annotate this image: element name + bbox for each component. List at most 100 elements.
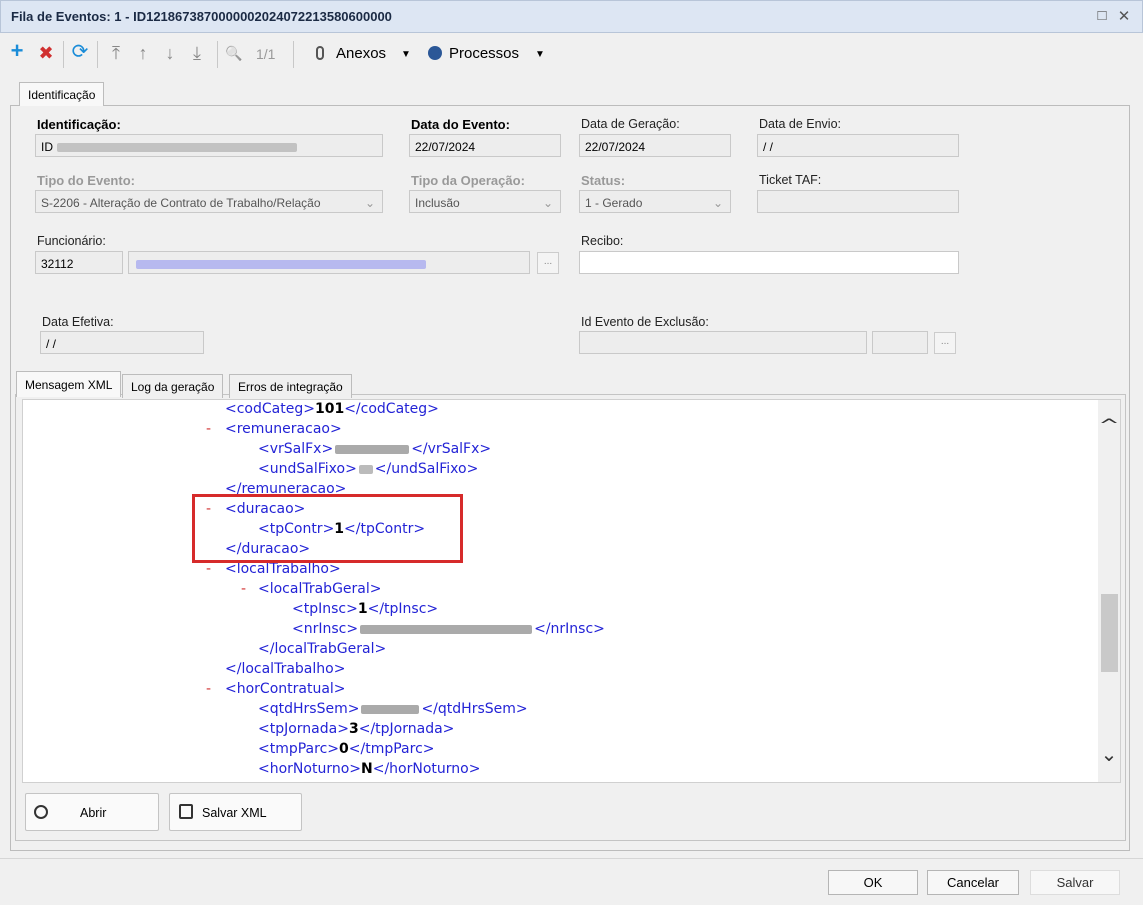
salvar-xml-label: Salvar XML bbox=[202, 806, 267, 820]
xml-tag: </qtdHrsSem> bbox=[421, 701, 528, 717]
salvar-xml-button[interactable]: Salvar XML bbox=[169, 793, 302, 831]
up-arrow-icon[interactable]: ↑ bbox=[134, 44, 152, 62]
status-label: Status: bbox=[581, 173, 626, 188]
tipo-operacao-select[interactable]: Inclusão bbox=[409, 190, 561, 213]
toolbar-separator bbox=[293, 41, 294, 68]
tab-identificacao[interactable]: Identificação bbox=[19, 82, 105, 108]
xml-tag: <qtdHrsSem> bbox=[258, 701, 360, 717]
ticket-taf-field[interactable] bbox=[757, 190, 959, 213]
processos-menu[interactable]: Processos bbox=[449, 45, 519, 62]
chevron-down-icon: ⌄ bbox=[713, 196, 724, 210]
maximize-button[interactable]: □ bbox=[1094, 7, 1110, 24]
footer-divider bbox=[0, 858, 1143, 859]
abrir-button[interactable]: Abrir bbox=[25, 793, 159, 831]
toolbar-separator bbox=[217, 41, 218, 68]
xml-value: 0 bbox=[339, 741, 349, 757]
id-evento-exclusao-extra-field[interactable] bbox=[872, 331, 928, 354]
close-button[interactable]: ✕ bbox=[1116, 7, 1132, 25]
window-title: Fila de Eventos: 1 - ID12186738700000020… bbox=[11, 9, 392, 24]
first-record-icon[interactable]: ⤒ bbox=[107, 44, 125, 62]
xml-tag: <tmpParc> bbox=[258, 741, 340, 757]
gear-icon bbox=[428, 46, 442, 60]
xml-tag: <horContratual> bbox=[225, 681, 346, 697]
salvar-button[interactable]: Salvar bbox=[1030, 870, 1120, 895]
xml-tag: <undSalFixo> bbox=[258, 461, 357, 477]
id-evento-exclusao-label: Id Evento de Exclusão: bbox=[581, 315, 709, 329]
id-evento-exclusao-field[interactable] bbox=[579, 331, 867, 354]
funcionario-name-field[interactable] bbox=[128, 251, 530, 274]
redacted-value bbox=[360, 624, 533, 634]
xml-tag: </tmpParc> bbox=[348, 741, 435, 757]
data-envio-field[interactable]: / / bbox=[757, 134, 959, 157]
data-efetiva-field[interactable]: / / bbox=[40, 331, 204, 354]
chevron-down-icon[interactable]: ▼ bbox=[535, 49, 545, 60]
xml-tag: <vrSalFx> bbox=[258, 441, 334, 457]
xml-tag: </nrInsc> bbox=[534, 621, 605, 637]
xml-tag: </localTrabalho> bbox=[225, 661, 346, 677]
xml-value: N bbox=[361, 761, 373, 777]
xml-tag: <codCateg> bbox=[225, 401, 315, 417]
chevron-down-icon[interactable]: ▼ bbox=[401, 49, 411, 60]
funcionario-label: Funcionário: bbox=[37, 234, 106, 248]
xml-tag: </tpJornada> bbox=[358, 721, 455, 737]
xml-tag: <remuneracao> bbox=[225, 421, 342, 437]
funcionario-lookup-button[interactable]: ... bbox=[537, 252, 559, 274]
recibo-field[interactable] bbox=[579, 251, 959, 274]
anexos-menu[interactable]: Anexos bbox=[336, 45, 386, 62]
data-evento-label: Data do Evento: bbox=[411, 117, 510, 132]
collapse-toggle[interactable]: - bbox=[206, 561, 211, 577]
xml-tag: </codCateg> bbox=[344, 401, 439, 417]
tipo-evento-label: Tipo do Evento: bbox=[37, 173, 135, 188]
delete-icon[interactable]: ✖ bbox=[37, 44, 55, 62]
xml-tag: <tpInsc> bbox=[292, 601, 358, 617]
scroll-up-icon[interactable]: ^ bbox=[1094, 416, 1124, 436]
chevron-down-icon: ⌄ bbox=[365, 196, 376, 210]
funcionario-code-field[interactable]: 32112 bbox=[35, 251, 123, 274]
add-icon[interactable]: + bbox=[8, 40, 26, 62]
abrir-label: Abrir bbox=[80, 806, 107, 820]
xml-value: 101 bbox=[314, 401, 345, 417]
redacted-value bbox=[361, 704, 420, 714]
xml-tag: </undSalFixo> bbox=[374, 461, 479, 477]
toolbar-separator bbox=[97, 41, 98, 68]
tab-log-geracao[interactable]: Log da geração bbox=[122, 374, 224, 398]
xml-tag: <localTrabGeral> bbox=[258, 581, 382, 597]
collapse-toggle[interactable]: - bbox=[206, 681, 211, 697]
xml-tag: <tpJornada> bbox=[258, 721, 349, 737]
scrollbar[interactable] bbox=[1098, 400, 1120, 782]
identificacao-field[interactable]: ID bbox=[35, 134, 383, 157]
search-icon[interactable]: 🔍 bbox=[225, 44, 243, 62]
highlight-box bbox=[192, 494, 463, 563]
scrollbar-thumb[interactable] bbox=[1101, 594, 1118, 672]
tab-mensagem-xml[interactable]: Mensagem XML bbox=[16, 371, 122, 397]
down-arrow-icon[interactable]: ↓ bbox=[161, 44, 179, 62]
status-select[interactable]: 1 - Gerado bbox=[579, 190, 731, 213]
data-evento-field[interactable]: 22/07/2024 bbox=[409, 134, 561, 157]
chevron-down-icon: ⌄ bbox=[543, 196, 554, 210]
page-indicator: 1/1 bbox=[256, 46, 276, 62]
redacted-value bbox=[358, 464, 373, 474]
paperclip-icon bbox=[316, 46, 324, 60]
xml-viewer[interactable]: <codCateg>101</codCateg> - <remuneracao>… bbox=[22, 399, 1121, 783]
data-geracao-field[interactable]: 22/07/2024 bbox=[579, 134, 731, 157]
refresh-icon[interactable]: ⟳ bbox=[71, 42, 89, 62]
collapse-toggle[interactable]: - bbox=[206, 421, 211, 437]
last-record-icon[interactable]: ⤓ bbox=[188, 44, 206, 62]
collapse-toggle[interactable]: - bbox=[241, 581, 246, 597]
tipo-operacao-label: Tipo da Operação: bbox=[411, 173, 525, 188]
xml-value: 1 bbox=[357, 601, 368, 617]
data-geracao-label: Data de Geração: bbox=[581, 117, 680, 131]
redacted-value bbox=[57, 143, 297, 153]
ok-button[interactable]: OK bbox=[828, 870, 918, 895]
id-evento-lookup-button[interactable]: ... bbox=[934, 332, 956, 354]
redacted-value bbox=[136, 260, 426, 270]
recibo-label: Recibo: bbox=[581, 234, 624, 248]
data-envio-label: Data de Envio: bbox=[759, 117, 841, 131]
xml-tag: <horNoturno> bbox=[258, 761, 362, 777]
scroll-down-icon[interactable]: ⌄ bbox=[1099, 742, 1119, 766]
cancelar-button[interactable]: Cancelar bbox=[927, 870, 1019, 895]
xml-tag: </vrSalFx> bbox=[411, 441, 492, 457]
tipo-evento-select[interactable]: S-2206 - Alteração de Contrato de Trabal… bbox=[35, 190, 383, 213]
tab-erros-integracao[interactable]: Erros de integração bbox=[229, 374, 352, 398]
identificacao-label: Identificação: bbox=[37, 117, 121, 132]
